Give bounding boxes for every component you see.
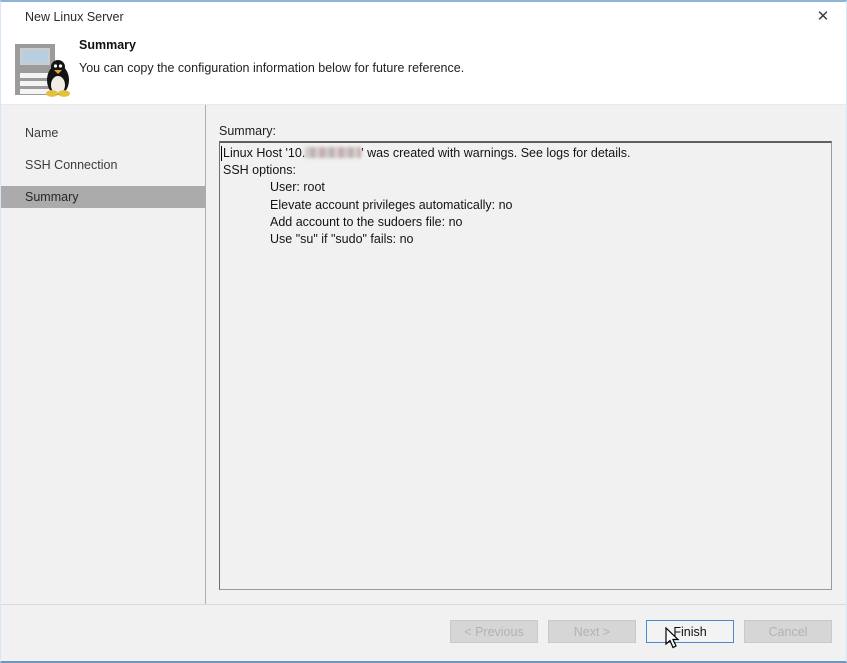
sidebar-item-summary[interactable]: Summary <box>1 186 205 208</box>
next-button[interactable]: Next > <box>548 620 636 643</box>
summary-line-elevate: Elevate account privileges automatically… <box>223 197 827 214</box>
summary-content: Summary: Linux Host '10.' was created wi… <box>206 105 846 604</box>
summary-line-sudoers: Add account to the sudoers file: no <box>223 214 827 231</box>
linux-server-icon <box>13 43 71 102</box>
text-caret <box>221 146 222 161</box>
window-title: New Linux Server <box>25 2 124 32</box>
previous-button[interactable]: < Previous <box>450 620 538 643</box>
cancel-button[interactable]: Cancel <box>744 620 832 643</box>
sidebar-item-name[interactable]: Name <box>1 122 205 144</box>
wizard-body: Name SSH Connection Summary Summary: Lin… <box>1 105 846 604</box>
new-linux-server-dialog: New Linux Server ✕ <box>0 0 847 663</box>
summary-line-user: User: root <box>223 179 827 196</box>
summary-line-su-fallback: Use "su" if "sudo" fails: no <box>223 231 827 248</box>
redacted-ip <box>305 147 361 158</box>
finish-button[interactable]: Finish <box>646 620 734 643</box>
title-bar: New Linux Server ✕ <box>1 2 846 32</box>
summary-box-label: Summary: <box>219 124 832 138</box>
page-description: You can copy the configuration informati… <box>79 61 464 75</box>
close-icon[interactable]: ✕ <box>808 4 838 30</box>
summary-line-ssh-options: SSH options: <box>223 162 827 179</box>
wizard-steps-sidebar: Name SSH Connection Summary <box>1 105 205 604</box>
page-title: Summary <box>79 38 136 52</box>
sidebar-item-ssh-connection[interactable]: SSH Connection <box>1 154 205 176</box>
wizard-header: Summary You can copy the configuration i… <box>1 32 846 105</box>
wizard-button-bar: < Previous Next > Finish Cancel <box>1 604 846 661</box>
summary-line-host: Linux Host '10.' was created with warnin… <box>223 145 827 162</box>
summary-textbox[interactable]: Linux Host '10.' was created with warnin… <box>219 141 832 590</box>
